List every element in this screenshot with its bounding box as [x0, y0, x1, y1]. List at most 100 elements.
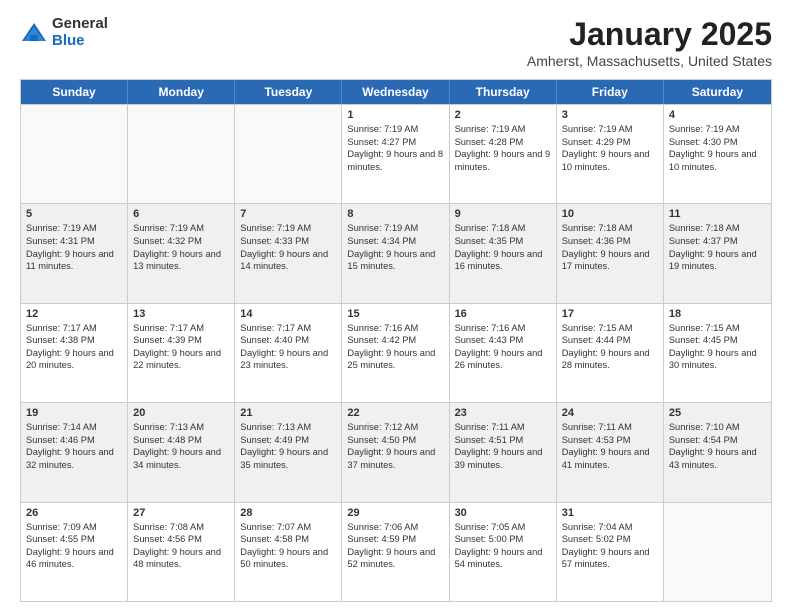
sunset-text: Sunset: 4:28 PM — [455, 136, 551, 149]
calendar-cell: 14Sunrise: 7:17 AMSunset: 4:40 PMDayligh… — [235, 304, 342, 402]
day-number: 10 — [562, 208, 658, 220]
daylight-text: Daylight: 9 hours and 37 minutes. — [347, 446, 443, 471]
calendar-cell: 28Sunrise: 7:07 AMSunset: 4:58 PMDayligh… — [235, 503, 342, 601]
day-number: 25 — [669, 407, 766, 419]
calendar-cell: 1 Sunrise: 7:19 AMSunset: 4:27 PMDaylight… — [342, 105, 449, 203]
sunrise-text: Sunrise: 7:19 AM — [347, 123, 443, 136]
daylight-text: Daylight: 9 hours and 54 minutes. — [455, 546, 551, 571]
sunrise-text: Sunrise: 7:14 AM — [26, 421, 122, 434]
calendar-cell: 13Sunrise: 7:17 AMSunset: 4:39 PMDayligh… — [128, 304, 235, 402]
daylight-text: Daylight: 9 hours and 16 minutes. — [455, 248, 551, 273]
sunrise-text: Sunrise: 7:05 AM — [455, 521, 551, 534]
day-number: 12 — [26, 308, 122, 320]
calendar-cell: 26Sunrise: 7:09 AMSunset: 4:55 PMDayligh… — [21, 503, 128, 601]
calendar-cell: 15Sunrise: 7:16 AMSunset: 4:42 PMDayligh… — [342, 304, 449, 402]
calendar: SundayMondayTuesdayWednesdayThursdayFrid… — [20, 79, 772, 602]
day-number: 15 — [347, 308, 443, 320]
sunset-text: Sunset: 4:37 PM — [669, 235, 766, 248]
day-number: 22 — [347, 407, 443, 419]
daylight-text: Daylight: 9 hours and 23 minutes. — [240, 347, 336, 372]
sunset-text: Sunset: 4:59 PM — [347, 533, 443, 546]
daylight-text: Daylight: 9 hours and 34 minutes. — [133, 446, 229, 471]
daylight-text: Daylight: 9 hours and 8 minutes. — [347, 148, 443, 173]
calendar-cell: 9Sunrise: 7:18 AMSunset: 4:35 PMDaylight… — [450, 204, 557, 302]
sunset-text: Sunset: 4:38 PM — [26, 334, 122, 347]
logo-text: General Blue — [52, 16, 108, 49]
calendar-body: 1Sunrise: 7:19 AMSunset: 4:27 PMDaylight… — [21, 104, 771, 601]
sunset-text: Sunset: 4:27 PM — [347, 136, 443, 149]
sunrise-text: Sunrise: 7:16 AM — [455, 322, 551, 335]
calendar-cell: 31Sunrise: 7:04 AMSunset: 5:02 PMDayligh… — [557, 503, 664, 601]
sunrise-text: Sunrise: 7:19 AM — [562, 123, 658, 136]
sunrise-text: Sunrise: 7:04 AM — [562, 521, 658, 534]
title-block: January 2025 Amherst, Massachusetts, Uni… — [527, 16, 772, 69]
sunrise-text: Sunrise: 7:10 AM — [669, 421, 766, 434]
sunrise-text: Sunrise: 7:08 AM — [133, 521, 229, 534]
calendar-cell — [128, 105, 235, 203]
day-number: 19 — [26, 407, 122, 419]
daylight-text: Daylight: 9 hours and 43 minutes. — [669, 446, 766, 471]
calendar-cell: 25Sunrise: 7:10 AMSunset: 4:54 PMDayligh… — [664, 403, 771, 501]
calendar-cell: 3Sunrise: 7:19 AMSunset: 4:29 PMDaylight… — [557, 105, 664, 203]
location-title: Amherst, Massachusetts, United States — [527, 53, 772, 69]
calendar-cell: 10Sunrise: 7:18 AMSunset: 4:36 PMDayligh… — [557, 204, 664, 302]
sunrise-text: Sunrise: 7:13 AM — [133, 421, 229, 434]
calendar-row-4: 19Sunrise: 7:14 AMSunset: 4:46 PMDayligh… — [21, 402, 771, 501]
daylight-text: Daylight: 9 hours and 10 minutes. — [669, 148, 766, 173]
calendar-cell: 5Sunrise: 7:19 AMSunset: 4:31 PMDaylight… — [21, 204, 128, 302]
day-number: 26 — [26, 507, 122, 519]
sunrise-text: Sunrise: 7:19 AM — [669, 123, 766, 136]
calendar-cell: 19 Sunrise: 7:14 AMSunset: 4:46 PMDayligh… — [21, 403, 128, 501]
logo-blue-text: Blue — [52, 33, 108, 50]
sunrise-text: Sunrise: 7:19 AM — [455, 123, 551, 136]
page: General Blue January 2025 Amherst, Massa… — [0, 0, 792, 612]
sunrise-text: Sunrise: 7:06 AM — [347, 521, 443, 534]
sunset-text: Sunset: 5:02 PM — [562, 533, 658, 546]
header-day-wednesday: Wednesday — [342, 80, 449, 104]
sunset-text: Sunset: 4:51 PM — [455, 434, 551, 447]
sunrise-text: Sunrise: 7:07 AM — [240, 521, 336, 534]
sunset-text: Sunset: 4:30 PM — [669, 136, 766, 149]
calendar-cell: 22Sunrise: 7:12 AMSunset: 4:50 PMDayligh… — [342, 403, 449, 501]
daylight-text: Daylight: 9 hours and 26 minutes. — [455, 347, 551, 372]
calendar-cell: 30Sunrise: 7:05 AMSunset: 5:00 PMDayligh… — [450, 503, 557, 601]
day-number: 8 — [347, 208, 443, 220]
sunrise-text: Sunrise: 7:19 AM — [133, 222, 229, 235]
daylight-text: Daylight: 9 hours and 48 minutes. — [133, 546, 229, 571]
sunrise-text: Sunrise: 7:17 AM — [240, 322, 336, 335]
sunset-text: Sunset: 4:44 PM — [562, 334, 658, 347]
day-number: 16 — [455, 308, 551, 320]
daylight-text: Daylight: 9 hours and 30 minutes. — [669, 347, 766, 372]
calendar-cell: 7Sunrise: 7:19 AMSunset: 4:33 PMDaylight… — [235, 204, 342, 302]
calendar-row-2: 5Sunrise: 7:19 AMSunset: 4:31 PMDaylight… — [21, 203, 771, 302]
daylight-text: Daylight: 9 hours and 41 minutes. — [562, 446, 658, 471]
calendar-row-1: 1Sunrise: 7:19 AMSunset: 4:27 PMDaylight… — [21, 104, 771, 203]
sunrise-text: Sunrise: 7:19 AM — [26, 222, 122, 235]
calendar-cell — [664, 503, 771, 601]
sunset-text: Sunset: 4:48 PM — [133, 434, 229, 447]
sunrise-text: Sunrise: 7:11 AM — [562, 421, 658, 434]
sunset-text: Sunset: 4:42 PM — [347, 334, 443, 347]
sunset-text: Sunset: 4:39 PM — [133, 334, 229, 347]
daylight-text: Daylight: 9 hours and 14 minutes. — [240, 248, 336, 273]
sunrise-text: Sunrise: 7:17 AM — [133, 322, 229, 335]
day-number: 18 — [669, 308, 766, 320]
day-number: 20 — [133, 407, 229, 419]
daylight-text: Daylight: 9 hours and 15 minutes. — [347, 248, 443, 273]
daylight-text: Daylight: 9 hours and 25 minutes. — [347, 347, 443, 372]
sunset-text: Sunset: 4:43 PM — [455, 334, 551, 347]
day-number: 1 — [347, 109, 443, 121]
daylight-text: Daylight: 9 hours and 39 minutes. — [455, 446, 551, 471]
calendar-cell: 11Sunrise: 7:18 AMSunset: 4:37 PMDayligh… — [664, 204, 771, 302]
daylight-text: Daylight: 9 hours and 32 minutes. — [26, 446, 122, 471]
sunset-text: Sunset: 4:50 PM — [347, 434, 443, 447]
logo-icon — [20, 19, 48, 47]
day-number: 13 — [133, 308, 229, 320]
daylight-text: Daylight: 9 hours and 50 minutes. — [240, 546, 336, 571]
logo: General Blue — [20, 16, 108, 49]
sunset-text: Sunset: 4:55 PM — [26, 533, 122, 546]
calendar-cell — [21, 105, 128, 203]
day-number: 27 — [133, 507, 229, 519]
calendar-cell: 12Sunrise: 7:17 AMSunset: 4:38 PMDayligh… — [21, 304, 128, 402]
sunset-text: Sunset: 4:46 PM — [26, 434, 122, 447]
